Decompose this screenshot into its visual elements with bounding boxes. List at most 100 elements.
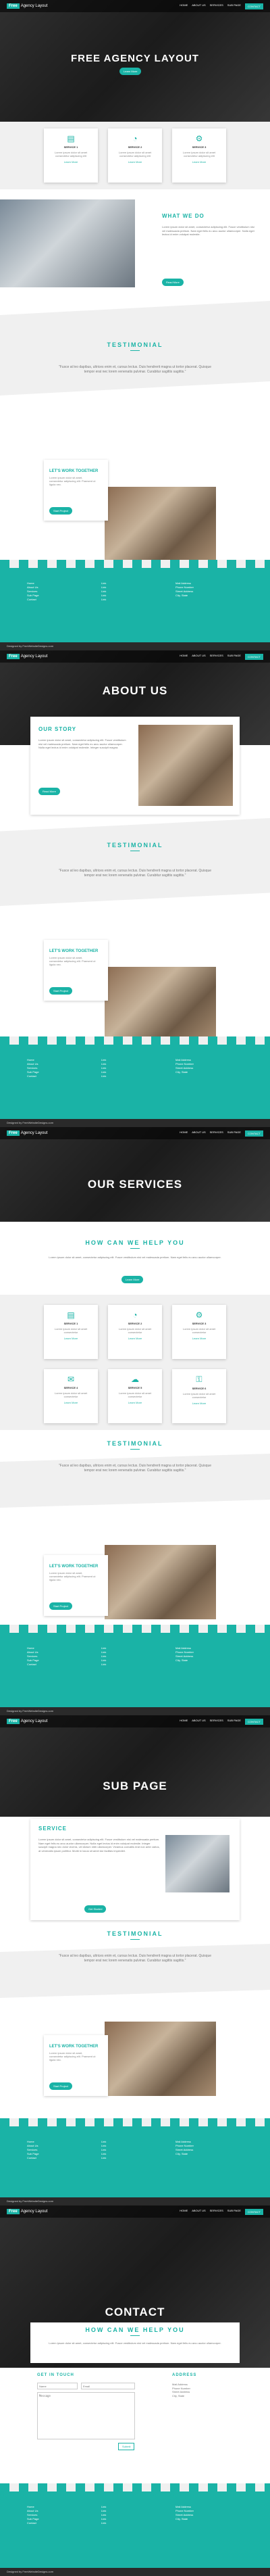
gear-icon: ⚙ — [195, 134, 203, 143]
footer: Home About Us Services Sub Page Contact Link… — [0, 568, 270, 642]
service-card-5: ☁ SERVICE 5 Lorem ipsum dolor sit amet con… — [108, 1369, 162, 1423]
menu-about[interactable]: About Us — [192, 3, 205, 9]
what-we-do-title: WHAT WE DO — [162, 213, 205, 219]
testimonial-band — [0, 818, 270, 906]
contact-hero-title: CONTACT — [105, 2306, 165, 2318]
copyright: Designed by FreeWebsiteDesigns.com — [7, 644, 54, 648]
footer: Home About Us Services Sub Page Contact Link… — [0, 2491, 270, 2568]
footer: Home About Us Services Sub Page Contact Link… — [0, 1633, 270, 1707]
about-hero-title: ABOUT US — [102, 684, 168, 697]
our-story-card: OUR STORY Lorem ipsum dolor sit amet, co… — [30, 717, 240, 815]
learn-more-link[interactable]: Learn More — [172, 160, 226, 164]
main-menu: Home About Us Services Sub Page Contact — [180, 653, 263, 660]
contact-form: GET IN TOUCH Submit — [37, 2373, 165, 2468]
subpage-hero-title: SUB PAGE — [103, 1780, 167, 1792]
email-input[interactable] — [81, 2383, 135, 2389]
copyright-bar: Designed by FreeWebsiteDesigns.com — [0, 1707, 270, 1715]
pie-chart-icon: ◔ — [132, 1310, 138, 1320]
chat-icon: ✉ — [67, 1375, 75, 1384]
hero-learn-more-button[interactable]: Learn More — [119, 68, 142, 75]
main-menu: Home About Us Services Sub Page Contact — [180, 1718, 263, 1725]
start-project-button[interactable]: Start Project — [49, 2082, 73, 2090]
service-card-2: ◔ SERVICE 2 Lorem ipsum dolor sit amet con… — [108, 1305, 162, 1359]
copyright-bar: Designed by FreeWebsiteDesigns.com — [0, 2197, 270, 2205]
service-card-2: ◔ SERVICE 2 Lorem ipsum dolor sit amet c… — [108, 128, 162, 183]
what-we-do-text: Lorem ipsum dolor sit amet, consectetur … — [162, 225, 254, 236]
team-photo — [105, 487, 216, 561]
help-learn-more-button[interactable]: Learn More — [122, 1276, 144, 1283]
team-photo — [105, 967, 216, 1041]
top-nav: Free Agency Layout Home About Us Services Su… — [0, 2205, 270, 2218]
hero-title: FREE AGENCY LAYOUT — [71, 53, 199, 64]
our-story-read-more-button[interactable]: Read More — [38, 788, 60, 795]
service-card-3: ⚙ SERVICE 3 Lorem ipsum dolor sit amet c… — [172, 128, 226, 183]
logo[interactable]: Free Agency Layout — [7, 3, 47, 9]
footer-wave — [0, 560, 270, 568]
team-photo — [105, 2022, 216, 2096]
start-project-button[interactable]: Start Project — [49, 507, 73, 515]
footer-col-3: Mail Address Phone Number Street Address Ci… — [176, 581, 194, 597]
top-nav: Free Agency Layout Home About Us Services Su… — [0, 1127, 270, 1139]
start-project-button[interactable]: Start Project — [49, 1602, 73, 1610]
menu-contact[interactable]: Contact — [244, 3, 263, 9]
lets-work-together-card: LET'S WORK TOGETHER Lorem ipsum dolor sit… — [44, 1555, 108, 1616]
service-image — [165, 1835, 230, 1892]
document-icon: ▤ — [67, 134, 75, 143]
top-nav: Free Agency Layout Home About Us Services Su… — [0, 650, 270, 663]
service-card-3: ⚙ SERVICE 3 Lorem ipsum dolor sit amet con… — [172, 1305, 226, 1359]
footer-col-2: Link Link Link Link Link — [101, 581, 107, 601]
address-title: ADDRESS — [172, 2373, 197, 2377]
address-block: ADDRESS Mail Address Phone Number Street A… — [172, 2373, 197, 2398]
service-detail-card: SERVICE Lorem ipsum dolor sit amet, cons… — [30, 1819, 240, 1920]
copyright-bar: Designed by FreeWebsiteDesigns.com — [0, 1119, 270, 1127]
testimonial-quote: "Fusce at leo dapibus, ultrices enim et,… — [58, 869, 212, 878]
submit-button[interactable]: Submit — [118, 2443, 135, 2450]
home-hero: FREE AGENCY LAYOUT Learn More — [0, 0, 270, 122]
services-hero-title: OUR SERVICES — [87, 1178, 183, 1191]
gear-icon: ⚙ — [195, 1310, 203, 1320]
what-we-do-read-more-button[interactable]: Read More — [162, 279, 184, 286]
message-textarea[interactable] — [37, 2392, 135, 2439]
name-input[interactable] — [37, 2383, 78, 2389]
start-project-button[interactable]: Start Project — [49, 987, 73, 995]
testimonial-title: TESTIMONIAL — [0, 1440, 270, 1450]
help-text: Lorem ipsum dolor sit amet, consectetur … — [49, 2341, 221, 2345]
testimonial-title: TESTIMONIAL — [0, 842, 270, 851]
our-story-image — [138, 725, 233, 806]
learn-more-link[interactable]: Learn More — [108, 160, 162, 164]
footer-wave — [0, 1036, 270, 1045]
help-title: HOW CAN WE HELP YOU — [0, 1239, 270, 1249]
testimonial-band — [0, 1454, 270, 1508]
menu-home[interactable]: Home — [180, 3, 188, 9]
lets-work-together-card: LET'S WORK TOGETHER Lorem ipsum dolor si… — [44, 460, 108, 521]
contact-help-box: HOW CAN WE HELP YOU Lorem ipsum dolor si… — [30, 2322, 240, 2363]
testimonial-quote: "Fusce at leo dapibus, ultrices enim et,… — [58, 365, 212, 374]
our-story-title: OUR STORY — [38, 726, 77, 732]
lets-work-together-card: LET'S WORK TOGETHER Lorem ipsum dolor si… — [44, 940, 108, 1001]
form-title: GET IN TOUCH — [37, 2373, 74, 2377]
what-we-do-image — [0, 199, 135, 287]
footer-wave — [0, 2118, 270, 2126]
services-hero: OUR SERVICES — [0, 1127, 270, 1222]
service-text: Lorem ipsum dolor sit amet, consectetur … — [38, 1838, 160, 1853]
lets-work-together-card: LET'S WORK TOGETHER Lorem ipsum dolor sit… — [44, 2035, 108, 2096]
top-nav: Free Agency Layout Home About Us Services Su… — [0, 1715, 270, 1727]
logo[interactable]: Free Agency Layout — [7, 2209, 47, 2214]
logo[interactable]: Free Agency Layout — [7, 1719, 47, 1724]
menu-services[interactable]: Services — [210, 3, 223, 9]
pie-chart-icon: ◔ — [132, 134, 138, 143]
copyright-bar: Designed by FreeWebsiteDesigns.com — [0, 642, 270, 650]
learn-more-link[interactable]: Learn More — [44, 160, 98, 164]
testimonial-band — [0, 1944, 270, 1998]
what-we-do-box: WHAT WE DO Lorem ipsum dolor sit amet, c… — [148, 213, 263, 287]
our-story-text: Lorem ipsum dolor sit amet, consectetur … — [38, 738, 126, 749]
testimonial-quote: "Fusce at leo dapibus, ultrices enim et,… — [58, 1464, 212, 1473]
logo[interactable]: Free Agency Layout — [7, 1130, 47, 1136]
menu-subpage[interactable]: Sub Page — [227, 3, 241, 9]
get-started-button[interactable]: Get Started — [84, 1905, 107, 1913]
testimonial-title: TESTIMONIAL — [0, 1930, 270, 1940]
logo[interactable]: Free Agency Layout — [7, 654, 47, 659]
service-card-4: ✉ SERVICE 4 Lorem ipsum dolor sit amet con… — [44, 1369, 98, 1423]
footer: Home About Us Services Sub Page Contact Link… — [0, 1045, 270, 1119]
lock-icon: ⚿ — [196, 1375, 202, 1384]
